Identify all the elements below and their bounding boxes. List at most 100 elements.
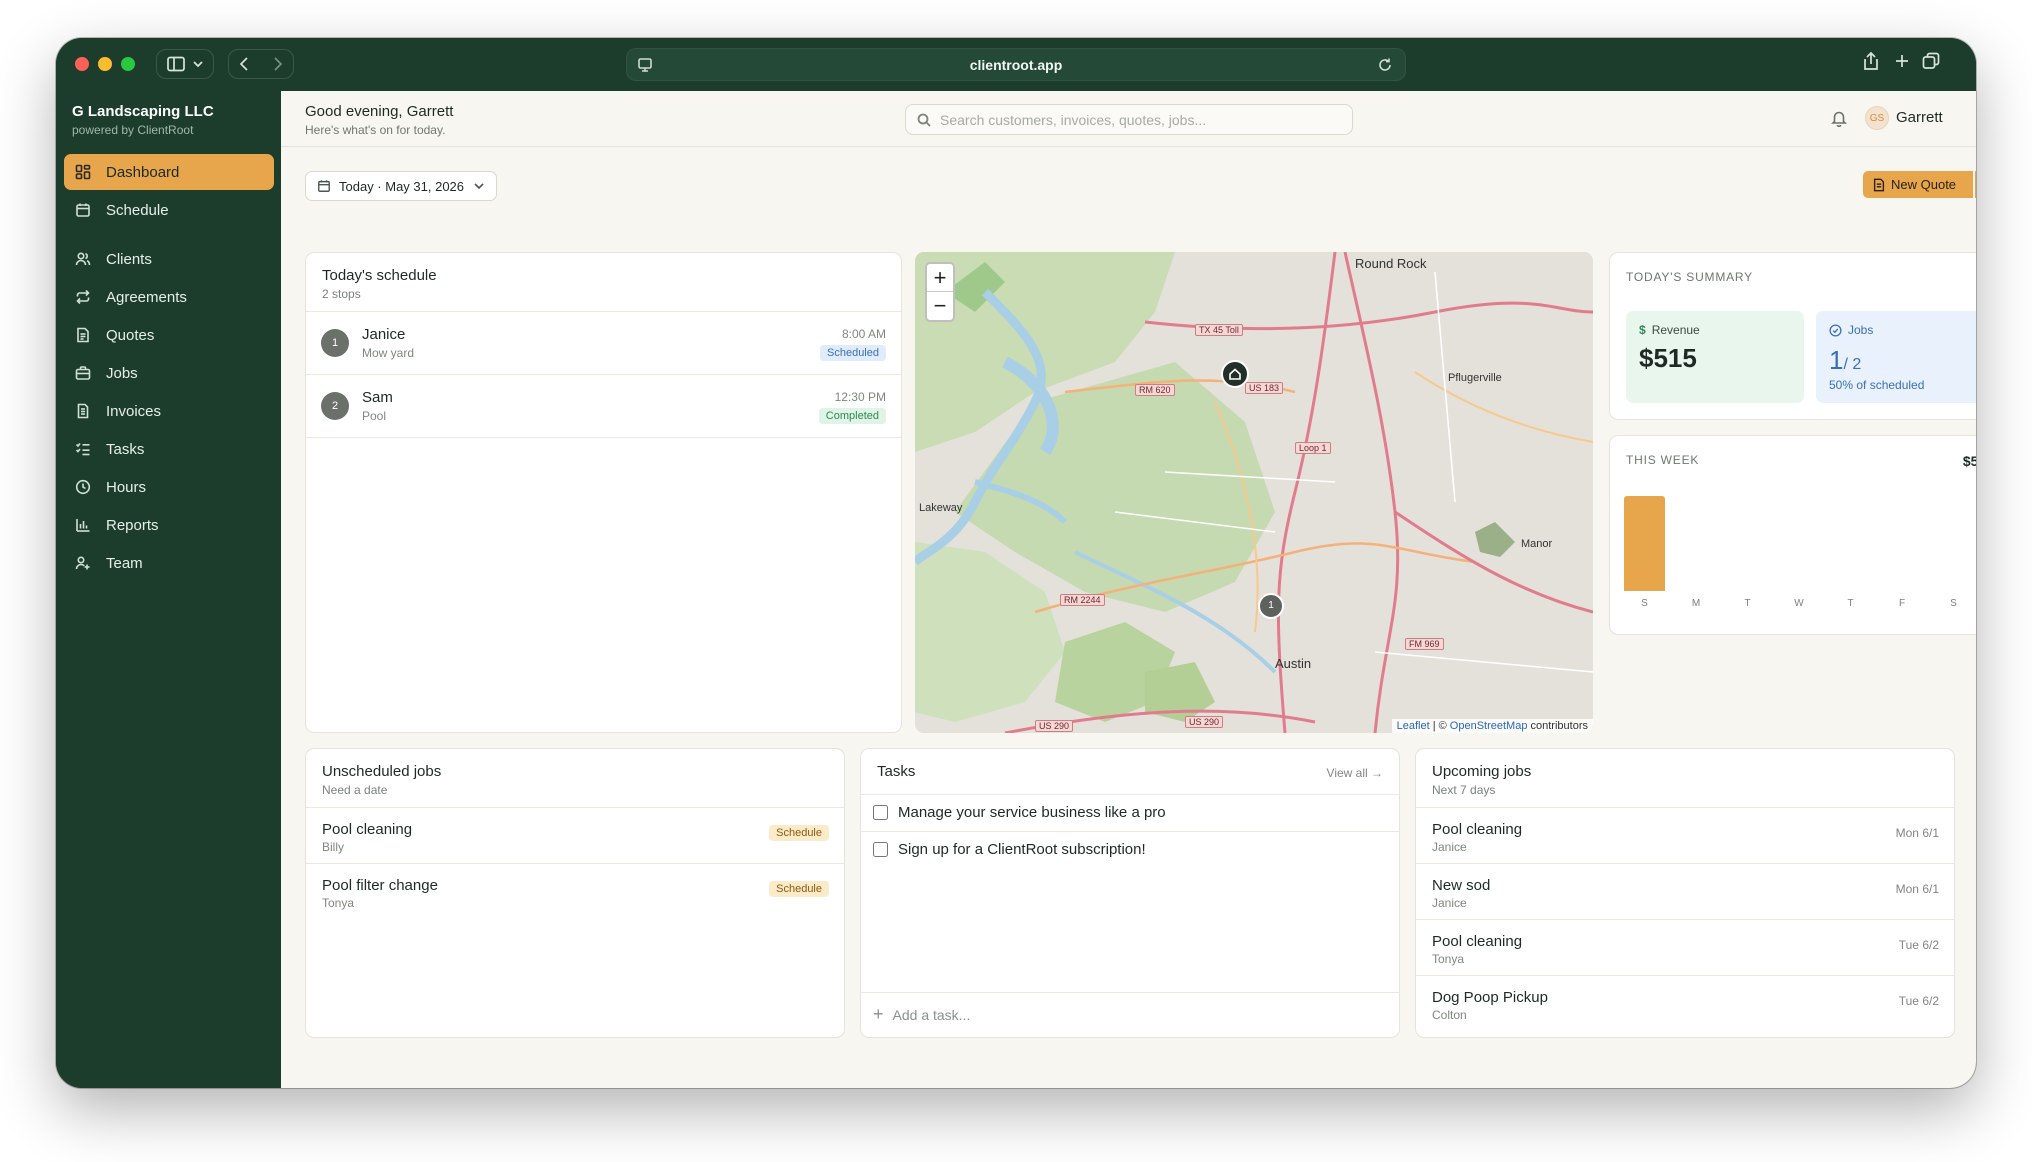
card-title: Upcoming jobs bbox=[1432, 763, 1532, 780]
task-checkbox[interactable] bbox=[873, 805, 888, 820]
date-picker-button[interactable]: Today · May 31, 2026 bbox=[305, 171, 497, 201]
chart-day-label: F bbox=[1898, 598, 1906, 609]
greeting: Good evening, Garrett bbox=[305, 103, 454, 120]
week-total: $515 bbox=[1962, 453, 1976, 469]
zoom-out-button[interactable]: − bbox=[927, 292, 953, 320]
search-icon bbox=[917, 113, 931, 127]
sidebar-icon bbox=[167, 56, 185, 72]
search-input[interactable] bbox=[940, 110, 1340, 130]
sidebar-item-invoices[interactable]: Invoices bbox=[64, 393, 274, 429]
add-task-input[interactable]: + Add a task... bbox=[873, 1004, 970, 1025]
user-avatar[interactable]: GS bbox=[1865, 106, 1889, 130]
back-icon[interactable] bbox=[239, 57, 249, 71]
openstreetmap-link[interactable]: OpenStreetMap bbox=[1450, 720, 1528, 732]
new-quote-button[interactable]: New Quote bbox=[1863, 171, 1973, 198]
sidebar-item-jobs[interactable]: Jobs bbox=[64, 355, 274, 391]
global-search[interactable] bbox=[905, 104, 1353, 135]
stop-client: Sam bbox=[362, 389, 393, 406]
job-client: Colton bbox=[1432, 1008, 1467, 1022]
close-window-button[interactable] bbox=[75, 57, 89, 71]
unscheduled-job-row[interactable]: Pool filter change Tonya Schedule bbox=[306, 864, 844, 919]
chevron-down-icon bbox=[474, 183, 484, 190]
sidebar-item-label: Schedule bbox=[106, 201, 169, 219]
minimize-window-button[interactable] bbox=[98, 57, 112, 71]
notifications-bell-icon[interactable] bbox=[1831, 109, 1847, 132]
invoice-icon bbox=[75, 403, 95, 419]
status-badge: Scheduled bbox=[820, 345, 886, 361]
sidebar-item-dashboard[interactable]: Dashboard bbox=[64, 154, 274, 190]
sidebar-item-reports[interactable]: Reports bbox=[64, 507, 274, 543]
stop-time: 8:00 AM bbox=[841, 327, 886, 341]
card-title: THIS WEEK bbox=[1626, 453, 1700, 467]
divider bbox=[861, 992, 1399, 993]
sidebar-toggle-button[interactable] bbox=[156, 49, 214, 79]
job-title: Pool filter change bbox=[322, 877, 438, 894]
map-place-label: Round Rock bbox=[1355, 256, 1427, 271]
sidebar-item-schedule[interactable]: Schedule bbox=[64, 192, 274, 228]
unscheduled-job-row[interactable]: Pool cleaning Billy Schedule bbox=[306, 808, 844, 863]
upcoming-job-row[interactable]: Pool cleaning Tonya Tue 6/2 bbox=[1416, 920, 1954, 975]
app-header: Good evening, Garrett Here's what's on f… bbox=[281, 91, 1976, 147]
sidebar-item-tasks[interactable]: Tasks bbox=[64, 431, 274, 467]
add-task-label: Add a task... bbox=[892, 1006, 971, 1023]
schedule-button[interactable]: Schedule bbox=[769, 881, 829, 897]
schedule-button[interactable]: Schedule bbox=[769, 825, 829, 841]
sidebar-item-quotes[interactable]: Quotes bbox=[64, 317, 274, 353]
leaflet-link[interactable]: Leaflet bbox=[1397, 720, 1430, 732]
upcoming-job-row[interactable]: Pool cleaning Janice Mon 6/1 bbox=[1416, 808, 1954, 863]
sidebar-item-team[interactable]: Team bbox=[64, 545, 274, 581]
share-icon[interactable] bbox=[1863, 51, 1879, 76]
map-attribution: Leaflet | © OpenStreetMap contributors bbox=[1391, 719, 1593, 733]
route-map[interactable]: + − Round Rock Pflugerville Lakeway Aust… bbox=[915, 252, 1593, 733]
new-quote-menu-button[interactable] bbox=[1975, 171, 1976, 198]
upcoming-job-row[interactable]: Dog Poop Pickup Colton Tue 6/2 bbox=[1416, 976, 1954, 1031]
forward-icon[interactable] bbox=[273, 57, 283, 71]
card-title: Tasks bbox=[877, 763, 916, 780]
road-label: RM 620 bbox=[1135, 384, 1175, 396]
upcoming-job-row[interactable]: New sod Janice Mon 6/1 bbox=[1416, 864, 1954, 919]
divider bbox=[306, 437, 901, 438]
job-client: Tonya bbox=[322, 896, 355, 910]
new-tab-icon[interactable] bbox=[1894, 53, 1910, 74]
address-bar[interactable]: clientroot.app bbox=[626, 48, 1406, 81]
road-label: Loop 1 bbox=[1295, 442, 1331, 454]
road-label: RM 2244 bbox=[1060, 594, 1105, 606]
history-nav-group bbox=[228, 49, 294, 79]
schedule-stop-row[interactable]: 1 Janice Mow yard 8:00 AM Scheduled bbox=[306, 312, 901, 374]
map-zoom-control: + − bbox=[925, 262, 955, 322]
job-date: Tue 6/2 bbox=[1898, 938, 1939, 952]
stop-marker[interactable]: 1 bbox=[1258, 593, 1284, 619]
task-checkbox[interactable] bbox=[873, 842, 888, 857]
map-place-label: Pflugerville bbox=[1448, 372, 1502, 384]
view-all-tasks-link[interactable]: View all → bbox=[1327, 766, 1383, 780]
task-item[interactable]: Manage your service business like a pro bbox=[873, 804, 1166, 821]
card-subtitle: Need a date bbox=[322, 783, 388, 797]
stop-time: 12:30 PM bbox=[834, 390, 886, 404]
job-client: Janice bbox=[1432, 840, 1467, 854]
sidebar-item-label: Agreements bbox=[106, 288, 187, 306]
attribution-contributors: contributors bbox=[1530, 720, 1588, 732]
sidebar-item-clients[interactable]: Clients bbox=[64, 241, 274, 277]
sidebar-item-label: Jobs bbox=[106, 364, 138, 382]
reload-icon[interactable] bbox=[1377, 57, 1393, 78]
road-label: TX 45 Toll bbox=[1195, 324, 1243, 336]
schedule-stop-row[interactable]: 2 Sam Pool 12:30 PM Completed bbox=[306, 375, 901, 437]
card-subtitle: 2 stops bbox=[322, 287, 361, 301]
calendar-icon bbox=[75, 202, 95, 218]
card-title: Unscheduled jobs bbox=[322, 763, 442, 780]
maximize-window-button[interactable] bbox=[121, 57, 135, 71]
task-item[interactable]: Sign up for a ClientRoot subscription! bbox=[873, 841, 1146, 858]
chart-day-label: W bbox=[1794, 598, 1804, 609]
zoom-in-button[interactable]: + bbox=[927, 264, 953, 292]
road-label: US 183 bbox=[1245, 382, 1284, 394]
jobs-total: / 2 bbox=[1843, 356, 1862, 373]
tab-overview-icon[interactable] bbox=[1922, 52, 1940, 75]
quote-doc-icon bbox=[75, 327, 95, 343]
road-label: FM 969 bbox=[1405, 638, 1444, 650]
road-label: US 290 bbox=[1185, 716, 1224, 728]
sidebar-item-agreements[interactable]: Agreements bbox=[64, 279, 274, 315]
sidebar-item-hours[interactable]: Hours bbox=[64, 469, 274, 505]
user-name[interactable]: Garrett bbox=[1896, 109, 1943, 126]
home-marker[interactable] bbox=[1221, 360, 1249, 388]
upcoming-jobs-card: Upcoming jobs Next 7 days Pool cleaning … bbox=[1415, 748, 1955, 1038]
